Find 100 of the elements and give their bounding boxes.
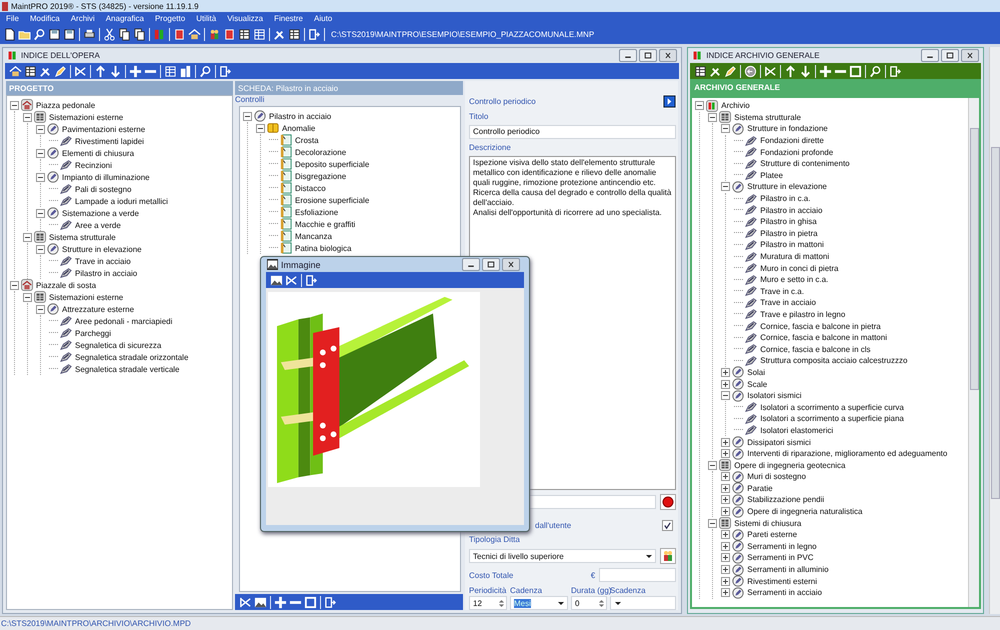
- tree-item[interactable]: Muri di sostegno: [746, 472, 807, 482]
- tree-item[interactable]: Solai: [746, 368, 766, 377]
- tree-toggle[interactable]: [721, 542, 730, 551]
- cross-arrows-icon[interactable]: [764, 64, 778, 78]
- table-icon[interactable]: [253, 28, 266, 41]
- tree-item[interactable]: Esfoliazione: [294, 208, 340, 216]
- cross-arrows-icon[interactable]: [285, 274, 298, 286]
- tree-toggle[interactable]: [23, 292, 32, 302]
- tree-toggle[interactable]: [36, 124, 45, 134]
- menu-item[interactable]: Utilità: [192, 14, 224, 23]
- people-icon[interactable]: [660, 548, 676, 564]
- tree-toggle[interactable]: [36, 172, 45, 182]
- tree-item[interactable]: Muro e setto in c.a.: [759, 275, 830, 284]
- tree-item[interactable]: Strutture in fondazione: [746, 124, 829, 134]
- spinner-field[interactable]: 0: [571, 596, 607, 610]
- tree-item[interactable]: Erosione superficiale: [294, 196, 370, 204]
- tree-item[interactable]: Patina biologica: [294, 244, 352, 252]
- menu-item[interactable]: Visualizza: [223, 14, 270, 23]
- maximize-button[interactable]: [941, 49, 960, 62]
- checkbox[interactable]: [662, 520, 674, 531]
- tree-item[interactable]: Isolatori a scorrimento a superficie piana: [759, 414, 905, 424]
- cross-arrows-icon[interactable]: [239, 596, 252, 608]
- minimize-button[interactable]: [619, 49, 638, 62]
- exit-icon[interactable]: [324, 596, 337, 608]
- minimize-button[interactable]: [462, 258, 480, 271]
- tree-toggle[interactable]: [243, 112, 252, 120]
- tree-item[interactable]: Pilastro in ghisa: [759, 217, 818, 226]
- tree-toggle[interactable]: [10, 100, 19, 110]
- tree-toggle[interactable]: [721, 182, 730, 192]
- plus-icon[interactable]: [274, 596, 287, 608]
- tree-toggle[interactable]: [256, 124, 265, 132]
- copy-icon[interactable]: [133, 28, 146, 41]
- dot-icon[interactable]: [660, 494, 676, 510]
- tree-item[interactable]: Disgregazione: [294, 172, 348, 180]
- tree-item[interactable]: Muratura di mattoni: [759, 252, 830, 262]
- menu-item[interactable]: Anagrafica: [102, 14, 151, 23]
- tree-item[interactable]: Recinzioni: [74, 160, 113, 170]
- tree-item[interactable]: Deposito superficiale: [294, 160, 370, 168]
- up-arrow-icon[interactable]: [784, 64, 798, 78]
- cross-arrows-icon[interactable]: [74, 64, 87, 78]
- tree-toggle[interactable]: [721, 380, 730, 389]
- tree-item[interactable]: Segnaletica stradale orizzontale: [74, 352, 190, 362]
- tree-toggle[interactable]: [708, 112, 718, 122]
- tree-item[interactable]: Strutture in elevazione: [61, 244, 143, 254]
- tree-toggle[interactable]: [721, 438, 730, 447]
- document-icon[interactable]: [3, 28, 16, 41]
- tree-item[interactable]: Serramenti in legno: [746, 542, 818, 551]
- grid-icon[interactable]: [694, 64, 708, 78]
- tree-item[interactable]: Archivio: [720, 101, 751, 110]
- tree-toggle[interactable]: [708, 460, 718, 470]
- minimize-button[interactable]: [921, 49, 940, 62]
- tree-item[interactable]: Rivestimenti lapidei: [74, 136, 145, 146]
- tree-item[interactable]: Cornice, fascia e balcone in cls: [759, 344, 872, 354]
- tree-item[interactable]: Decolorazione: [294, 148, 348, 156]
- search-icon[interactable]: [869, 64, 882, 78]
- play-icon[interactable]: [663, 95, 676, 108]
- copy-icon[interactable]: [118, 28, 131, 41]
- tree-item[interactable]: Impianto di illuminazione: [61, 172, 151, 182]
- tree-toggle[interactable]: [721, 576, 730, 586]
- plus-icon[interactable]: [129, 64, 142, 78]
- dropdown[interactable]: Mesi: [510, 596, 568, 610]
- tree-toggle[interactable]: [721, 472, 730, 482]
- tree-item[interactable]: Mancanza: [294, 232, 333, 240]
- menu-item[interactable]: Finestre: [270, 14, 310, 23]
- menu-item[interactable]: Progetto: [150, 14, 192, 23]
- tree-toggle[interactable]: [10, 280, 19, 290]
- tree-item[interactable]: Isolatori elastomerici: [759, 426, 834, 435]
- tree-item[interactable]: Pilastro in acciaio: [759, 206, 824, 215]
- tree-toggle[interactable]: [721, 507, 730, 516]
- tree-item[interactable]: Sistemazioni esterne: [48, 112, 124, 122]
- grid-icon[interactable]: [24, 64, 37, 78]
- tree-item[interactable]: Distacco: [294, 184, 327, 192]
- tree-item[interactable]: Crosta: [294, 136, 320, 144]
- exit-icon[interactable]: [308, 28, 321, 41]
- close-button[interactable]: [961, 49, 980, 62]
- tree-item[interactable]: Trave in acciaio: [759, 298, 817, 308]
- tree-item[interactable]: Sistemi di chiusura: [733, 518, 802, 528]
- menu-item[interactable]: Aiuto: [310, 14, 340, 23]
- tree-item[interactable]: Attrezzature esterne: [61, 304, 136, 314]
- picture-icon[interactable]: [254, 596, 267, 608]
- tree-item[interactable]: Pareti esterne: [746, 530, 798, 540]
- tree-toggle[interactable]: [721, 530, 730, 540]
- house-icon[interactable]: [9, 64, 22, 78]
- tree-item[interactable]: Muro in conci di pietra: [759, 264, 840, 273]
- tree-toggle[interactable]: [36, 244, 45, 254]
- tree-toggle[interactable]: [23, 232, 32, 242]
- tree-item[interactable]: Isolatori a scorrimento a superficie curva: [759, 402, 905, 412]
- tree-toggle[interactable]: [23, 112, 32, 122]
- tree-item[interactable]: Strutture in elevazione: [746, 182, 828, 192]
- house-icon[interactable]: [188, 28, 201, 41]
- menu-item[interactable]: Archivi: [66, 14, 102, 23]
- tree-toggle[interactable]: [721, 565, 730, 574]
- cost-field[interactable]: [599, 568, 676, 582]
- tree-item[interactable]: Serramenti in alluminio: [746, 565, 830, 574]
- maximize-button[interactable]: [482, 258, 500, 271]
- tree-item[interactable]: Pilastro in pietra: [759, 228, 819, 238]
- tree-item[interactable]: Strutture di contenimento: [759, 159, 851, 168]
- back-circle-icon[interactable]: [744, 64, 758, 78]
- people-icon[interactable]: [208, 28, 221, 41]
- tree-item[interactable]: Pilastro in acciaio: [268, 112, 332, 120]
